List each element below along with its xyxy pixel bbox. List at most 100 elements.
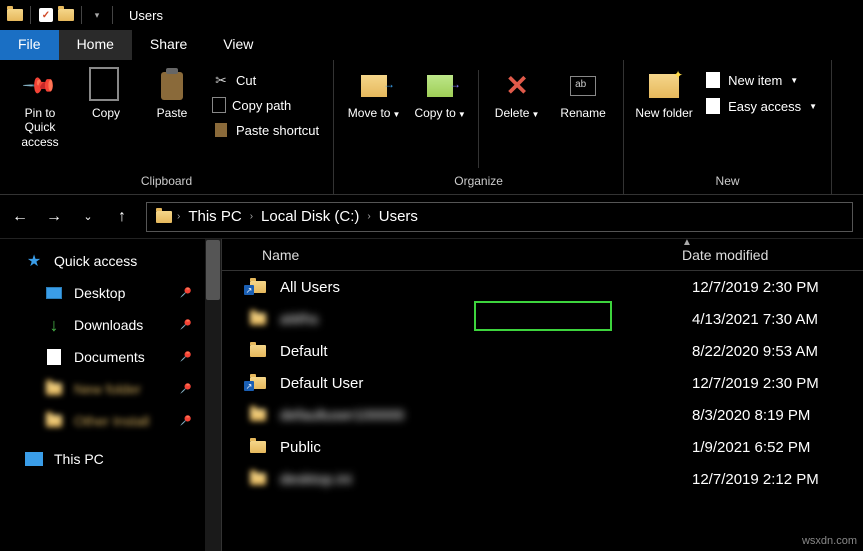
sidebar-desktop[interactable]: Desktop 📍 [20,277,221,309]
chevron-right-icon[interactable]: › [177,211,180,222]
label: New folder [635,106,692,120]
paste-button[interactable]: Paste [140,64,204,174]
folder-icon [246,345,270,357]
sidebar-downloads[interactable]: ↓ Downloads 📍 [20,309,221,341]
move-to-icon [358,70,390,102]
file-date: 4/13/2021 7:30 AM [672,311,818,328]
chevron-down-icon: ▼ [531,110,539,119]
label: Move to▼ [348,106,401,120]
file-name: Default [270,343,672,360]
separator [30,6,31,24]
easy-access-button[interactable]: Easy access ▼ [698,94,823,118]
recent-dropdown[interactable]: ⌄ [78,207,98,227]
folder-icon [6,6,24,24]
navigation-pane: ★ Quick access Desktop 📍 ↓ Downloads 📍 D… [0,239,222,551]
properties-icon[interactable]: ✓ [37,6,55,24]
copy-icon [90,70,122,102]
folder-icon [44,411,64,431]
this-pc-icon [24,449,44,469]
documents-icon [44,347,64,367]
label: Desktop [74,285,125,301]
folder-icon [246,377,270,389]
delete-button[interactable]: ✕ Delete▼ [485,64,549,174]
label: Pin to Quick access [8,106,72,149]
file-date: 8/3/2020 8:19 PM [672,407,810,424]
file-row[interactable]: All Users12/7/2019 2:30 PM [222,271,863,303]
file-date: 1/9/2021 6:52 PM [672,439,810,456]
sidebar-item-blurred[interactable]: New folder 📍 [20,373,221,405]
easy-access-icon [704,97,722,115]
up-button[interactable]: ↑ [112,207,132,227]
rename-icon [567,70,599,102]
folder-icon [246,441,270,453]
new-folder-button[interactable]: New folder [632,64,696,174]
desktop-icon [44,283,64,303]
file-name: defaultuser100000 [270,407,672,424]
breadcrumb-users[interactable]: Users [375,208,422,225]
menu-view[interactable]: View [205,30,271,60]
pin-icon: 📍 [175,411,195,431]
column-header-name[interactable]: Name [222,247,662,263]
forward-button[interactable]: → [44,207,64,227]
menu-home[interactable]: Home [59,30,132,60]
copy-path-button[interactable]: Copy path [206,94,325,116]
file-name: Public [270,439,672,456]
file-date: 12/7/2019 2:12 PM [672,471,819,488]
label: Easy access [728,99,801,114]
label: Downloads [74,317,143,333]
chevron-right-icon[interactable]: › [367,211,370,222]
back-button[interactable]: ← [10,207,30,227]
pin-icon: 📌 [24,70,56,102]
label: New item [728,73,782,88]
file-row[interactable]: defaultuser1000008/3/2020 8:19 PM [222,399,863,431]
sidebar-documents[interactable]: Documents 📍 [20,341,221,373]
copy-button[interactable]: Copy [74,64,138,174]
cut-icon: ✂ [212,71,230,89]
group-label: New [716,174,740,192]
pin-to-quick-access-button[interactable]: 📌 Pin to Quick access [8,64,72,174]
file-row[interactable]: Default8/22/2020 9:53 AM [222,335,863,367]
pin-icon: 📍 [175,283,195,303]
menu-share[interactable]: Share [132,30,205,60]
new-item-button[interactable]: New item ▼ [698,68,823,92]
copy-to-button[interactable]: Copy to▼ [408,64,472,174]
file-date: 12/7/2019 2:30 PM [672,375,819,392]
cut-button[interactable]: ✂ Cut [206,68,325,92]
move-to-button[interactable]: Move to▼ [342,64,406,174]
label: Documents [74,349,145,365]
file-row[interactable]: Default User12/7/2019 2:30 PM [222,367,863,399]
breadcrumb-local-disk[interactable]: Local Disk (C:) [257,208,363,225]
rename-button[interactable]: Rename [551,64,615,174]
column-header-date[interactable]: Date modified [662,247,863,263]
file-list-pane: ▲ Name Date modified All Users12/7/2019 … [222,239,863,551]
menu-file[interactable]: File [0,30,59,60]
qat-dropdown-icon[interactable]: ▾ [88,6,106,24]
ribbon-group-clipboard: 📌 Pin to Quick access Copy Paste ✂ Cut C… [0,60,334,194]
address-bar[interactable]: › This PC › Local Disk (C:) › Users [146,202,853,232]
separator [112,6,113,24]
label: Copy [92,106,120,120]
sidebar-item-blurred[interactable]: Other Install 📍 [20,405,221,437]
main-area: ★ Quick access Desktop 📍 ↓ Downloads 📍 D… [0,239,863,551]
sidebar-scrollbar[interactable] [205,239,221,551]
label: Cut [236,73,256,88]
label: Copy to▼ [414,106,465,120]
label: Other Install [74,413,149,429]
file-row[interactable]: aWhs4/13/2021 7:30 AM [222,303,863,335]
delete-icon: ✕ [501,70,533,102]
file-row[interactable]: desktop.ini12/7/2019 2:12 PM [222,463,863,495]
file-name: aWhs [270,311,672,328]
pin-icon: 📍 [175,379,195,399]
sidebar-this-pc[interactable]: This PC [20,443,221,475]
sidebar-quick-access[interactable]: ★ Quick access [20,245,221,277]
ribbon-group-new: New folder New item ▼ Easy access ▼ New [624,60,832,194]
paste-shortcut-button[interactable]: Paste shortcut [206,118,325,142]
file-row[interactable]: Public1/9/2021 6:52 PM [222,431,863,463]
chevron-right-icon[interactable]: › [250,211,253,222]
copy-to-icon [424,70,456,102]
chevron-down-icon: ▼ [458,110,466,119]
label: Paste shortcut [236,123,319,138]
label: Quick access [54,253,137,269]
file-name: Default User [270,375,672,392]
breadcrumb-this-pc[interactable]: This PC [184,208,245,225]
